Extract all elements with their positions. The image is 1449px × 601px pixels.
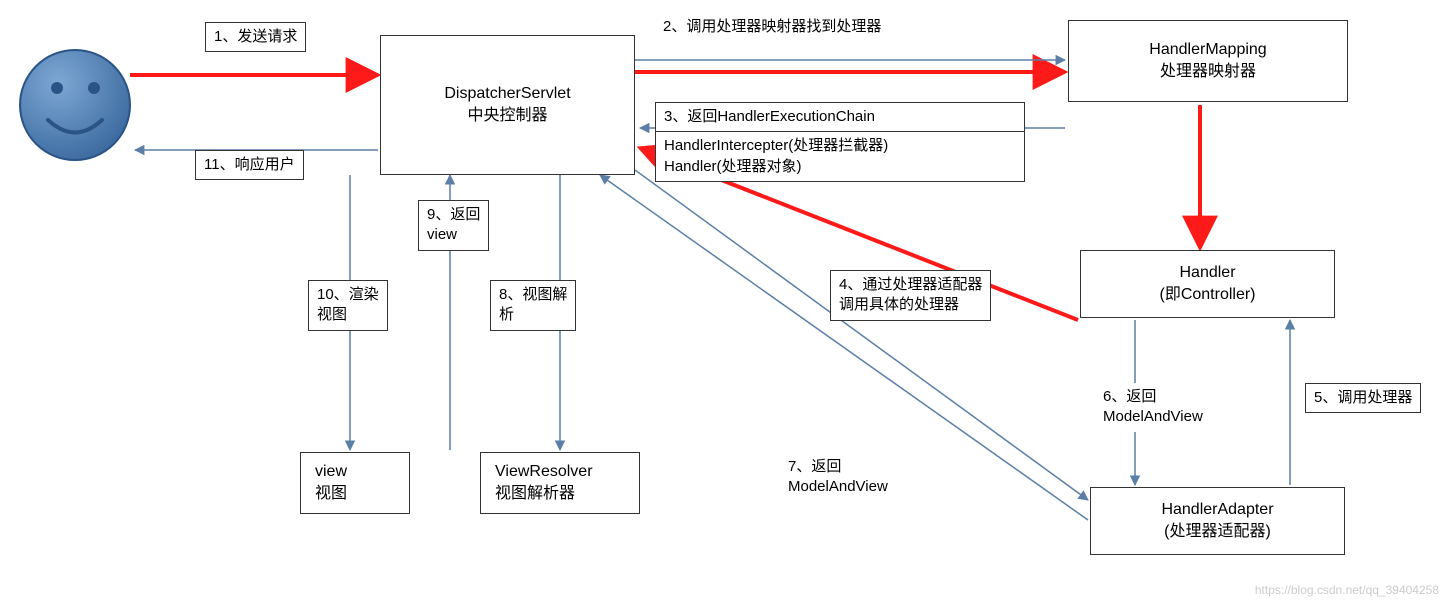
node-view-resolver-line2: 视图解析器 [495,483,629,505]
label-step11: 11、响应用户 [195,150,304,180]
label-step8: 8、视图解 析 [490,280,576,331]
watermark-text: https://blog.csdn.net/qq_39404258 [1255,583,1439,597]
node-dispatcher-line1: DispatcherServlet [391,83,624,105]
label-step3-title: 3、返回HandlerExecutionChain [655,102,1025,132]
label-step2: 2、调用处理器映射器找到处理器 [655,13,889,41]
node-handler-mapping-line1: HandlerMapping [1079,39,1337,61]
node-handler-adapter: HandlerAdapter (处理器适配器) [1090,487,1345,555]
label-step3-body1: HandlerIntercepter(处理器拦截器) [664,136,1016,156]
node-view-resolver-line1: ViewResolver [495,461,629,483]
label-step4-l2: 调用具体的处理器 [839,295,982,315]
label-step5: 5、调用处理器 [1305,383,1421,413]
node-handler-mapping: HandlerMapping 处理器映射器 [1068,20,1348,102]
label-step3-body: HandlerIntercepter(处理器拦截器) Handler(处理器对象… [655,132,1025,182]
label-step7-l1: 7、返回 [788,457,888,477]
label-step9-l2: view [427,225,480,245]
label-step6-l2: ModelAndView [1103,407,1203,427]
label-step7: 7、返回 ModelAndView [780,453,896,502]
node-handler-mapping-line2: 处理器映射器 [1079,61,1337,83]
node-handler-line2: (即Controller) [1091,284,1324,306]
label-step1: 1、发送请求 [205,22,306,52]
node-handler-adapter-line2: (处理器适配器) [1101,521,1334,543]
label-step6: 6、返回 ModelAndView [1095,383,1211,432]
node-dispatcher: DispatcherServlet 中央控制器 [380,35,635,175]
label-step9: 9、返回 view [418,200,489,251]
label-step6-l1: 6、返回 [1103,387,1203,407]
label-step10: 10、渲染 视图 [308,280,388,331]
node-dispatcher-line2: 中央控制器 [391,105,624,127]
label-step10-l2: 视图 [317,305,379,325]
label-step3-group: 3、返回HandlerExecutionChain HandlerInterce… [655,102,1025,182]
node-handler-adapter-line1: HandlerAdapter [1101,499,1334,521]
label-step4-l1: 4、通过处理器适配器 [839,275,982,295]
user-icon [20,50,130,160]
label-step10-l1: 10、渲染 [317,285,379,305]
label-step4: 4、通过处理器适配器 调用具体的处理器 [830,270,991,321]
label-step9-l1: 9、返回 [427,205,480,225]
node-view-resolver: ViewResolver 视图解析器 [480,452,640,514]
label-step3-body2: Handler(处理器对象) [664,157,1016,177]
node-handler-line1: Handler [1091,262,1324,284]
node-view-line2: 视图 [315,483,399,505]
label-step8-l1: 8、视图解 [499,285,567,305]
node-view-line1: view [315,461,399,483]
node-handler: Handler (即Controller) [1080,250,1335,318]
node-view: view 视图 [300,452,410,514]
label-step7-l2: ModelAndView [788,477,888,497]
label-step8-l2: 析 [499,305,567,325]
